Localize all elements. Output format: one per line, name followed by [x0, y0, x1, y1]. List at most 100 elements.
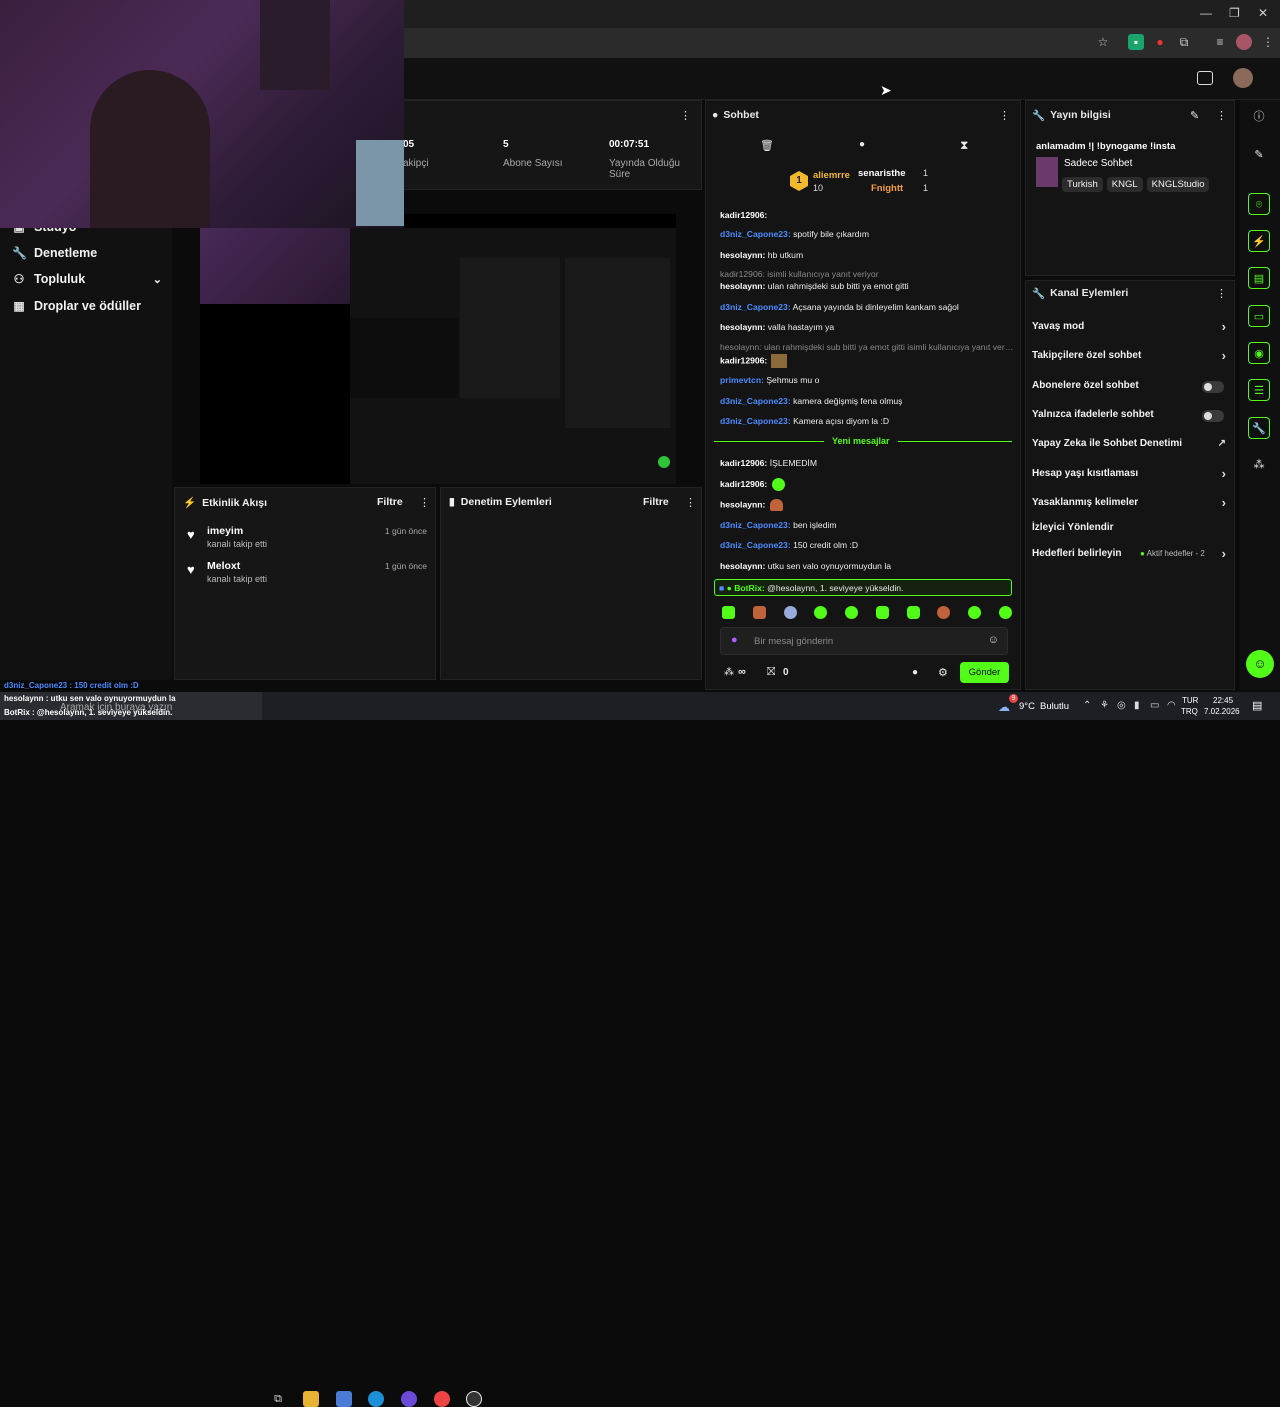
chat-username[interactable]: hesolaynn: — [720, 561, 765, 571]
goals-item[interactable]: Hedefleri belirleyin ● Aktif hedefler - … — [1032, 546, 1230, 564]
emote-icon[interactable] — [722, 606, 735, 619]
stream-preview[interactable] — [200, 214, 676, 484]
emote-icon[interactable] — [998, 606, 1012, 619]
points-icon[interactable]: ⁂ — [1248, 454, 1270, 476]
gift-icon[interactable]: ⛝ — [767, 666, 775, 679]
info-icon[interactable]: ⓘ — [1248, 106, 1270, 128]
menu-kebab-icon[interactable]: ⋮ — [685, 496, 696, 509]
subscribers-only-toggle[interactable] — [1202, 381, 1224, 393]
help-bubble-icon[interactable]: ☺ — [1246, 650, 1274, 678]
chat-username[interactable]: hesolaynn: — [720, 281, 765, 291]
document-icon[interactable]: ▤ — [1248, 267, 1270, 289]
star-icon[interactable]: ☆ — [1095, 34, 1111, 50]
nav-item-drops[interactable]: ▦ Droplar ve ödüller — [12, 296, 141, 316]
extension-icon[interactable]: ● — [1152, 34, 1168, 50]
gifter-name[interactable]: Fnightt — [871, 183, 903, 194]
chat-username[interactable]: d3niz_Capone23: — [720, 302, 791, 312]
emoji-icon[interactable]: ☺ — [988, 634, 999, 646]
chat-username[interactable]: BotRix: — [734, 583, 765, 593]
chat-username[interactable]: kadir12906: — [720, 355, 767, 365]
menu-kebab-icon[interactable]: ⋮ — [1216, 109, 1227, 122]
close-icon[interactable]: ✕ — [1258, 6, 1268, 20]
top-gifter-name[interactable]: aliemrre — [813, 170, 850, 181]
menu-kebab-icon[interactable]: ⋮ — [419, 496, 430, 509]
avatar[interactable] — [1233, 68, 1253, 88]
gear-icon[interactable]: ⚙ — [938, 666, 948, 679]
emote-icon[interactable] — [875, 606, 889, 619]
chat-username[interactable]: d3niz_Capone23: — [720, 229, 791, 239]
nav-item-community[interactable]: ⚇ Topluluk ⌄ — [12, 269, 162, 289]
emotes-only-toggle[interactable] — [1202, 410, 1224, 422]
chat-username[interactable]: d3niz_Capone23: — [720, 396, 791, 406]
chat-username[interactable]: d3niz_Capone23: — [720, 520, 791, 530]
clock-date[interactable]: 7.02.2026 — [1204, 707, 1240, 716]
weather-icon[interactable]: ☁ — [998, 700, 1010, 714]
nav-item-moderation[interactable]: 🔧 Denetleme — [12, 243, 97, 263]
follower-name[interactable]: Meloxt — [207, 560, 240, 572]
emote-icon[interactable] — [752, 606, 766, 619]
raid-item[interactable]: İzleyici Yönlendir — [1032, 522, 1230, 538]
extension-icon[interactable]: ▪ — [1128, 34, 1144, 50]
tab-list-icon[interactable]: ≡ — [1212, 34, 1228, 50]
address-bar[interactable] — [404, 32, 1124, 54]
menu-kebab-icon[interactable]: ⋮ — [680, 109, 691, 122]
menu-kebab-icon[interactable]: ⋮ — [999, 109, 1010, 122]
chat-username[interactable]: primevtcn: — [720, 375, 764, 385]
camera-focus-icon[interactable]: ⌾ — [1248, 193, 1270, 215]
gifter-name[interactable]: senaristhe — [858, 168, 906, 179]
chat-icon[interactable]: ▭ — [1248, 305, 1270, 327]
emote-icon[interactable] — [783, 606, 797, 619]
pencil-icon[interactable]: ✎ — [1248, 144, 1270, 166]
edge-icon[interactable] — [368, 1391, 384, 1407]
network-icon[interactable]: ⚘ — [1100, 700, 1109, 711]
chat-username[interactable]: kadir12906: — [720, 479, 767, 489]
emote-icon[interactable] — [814, 606, 828, 619]
emote-icon[interactable] — [845, 606, 859, 619]
category-name[interactable]: Sadece Sohbet — [1064, 158, 1132, 169]
slow-mode-item[interactable]: Yavaş mod › — [1032, 319, 1230, 337]
language-indicator[interactable]: TRQ — [1181, 707, 1198, 716]
menu-kebab-icon[interactable]: ⋮ — [1216, 287, 1227, 300]
followers-only-item[interactable]: Takipçilere özel sohbet › — [1032, 348, 1230, 366]
layout-icon[interactable]: ☰ — [1248, 379, 1270, 401]
points-icon[interactable]: ⁂ — [724, 667, 734, 678]
account-age-item[interactable]: Hesap yaşı kısıtlaması › — [1032, 466, 1230, 484]
tag[interactable]: Turkish — [1062, 177, 1103, 192]
profile-avatar-icon[interactable] — [1236, 34, 1252, 50]
trash-icon[interactable]: 🗑 — [760, 139, 774, 152]
taskbar-search[interactable]: hesolaynn : utku sen valo oynuyormuydun … — [0, 692, 262, 720]
file-explorer-icon[interactable] — [303, 1391, 319, 1407]
notification-icon[interactable]: ▤ — [1252, 699, 1262, 712]
filter-button[interactable]: Filtre — [643, 496, 669, 508]
chrome-icon[interactable] — [434, 1391, 450, 1407]
obs-icon[interactable] — [466, 1391, 482, 1407]
chat-bubble-icon[interactable]: ● — [912, 667, 918, 678]
chat-bubble-icon[interactable]: ● — [859, 139, 865, 150]
wifi-icon[interactable]: ◠ — [1167, 700, 1176, 711]
tag[interactable]: KNGL — [1106, 177, 1143, 192]
maximize-icon[interactable]: ❐ — [1229, 6, 1240, 20]
send-button[interactable]: Gönder — [960, 662, 1009, 683]
chat-username[interactable]: hesolaynn: — [720, 499, 765, 509]
app-icon[interactable] — [401, 1391, 417, 1407]
banned-words-item[interactable]: Yasaklanmış kelimeler › — [1032, 495, 1230, 513]
language-indicator[interactable]: TUR — [1182, 696, 1198, 705]
chat-username[interactable]: hesolaynn: — [720, 250, 765, 260]
store-icon[interactable] — [336, 1391, 352, 1407]
tray-icon[interactable]: ◎ — [1117, 700, 1126, 711]
chat-username[interactable]: kadir12906: — [720, 210, 767, 220]
emote-icon[interactable] — [968, 606, 982, 619]
tag[interactable]: KNGLStudio — [1146, 177, 1210, 192]
chat-username[interactable]: d3niz_Capone23: — [720, 540, 791, 550]
chat-username[interactable]: hesolaynn: — [720, 322, 765, 332]
chat-input[interactable]: ● Bir mesaj gönderin ☺ — [720, 627, 1008, 655]
hourglass-icon[interactable]: ⧗ — [960, 138, 968, 153]
wrench-icon[interactable]: 🔧 — [1248, 417, 1270, 439]
pencil-icon[interactable]: ✎ — [1190, 109, 1199, 122]
emote-icon[interactable] — [906, 606, 920, 619]
microphone-icon[interactable]: ● — [731, 634, 738, 646]
menu-kebab-icon[interactable]: ⋮ — [1260, 34, 1276, 50]
battery-icon[interactable]: ▭ — [1150, 700, 1159, 711]
ai-moderation-item[interactable]: Yapay Zeka ile Sohbet Denetimi ↗ — [1032, 438, 1230, 454]
chat-username[interactable]: kadir12906: — [720, 458, 767, 468]
